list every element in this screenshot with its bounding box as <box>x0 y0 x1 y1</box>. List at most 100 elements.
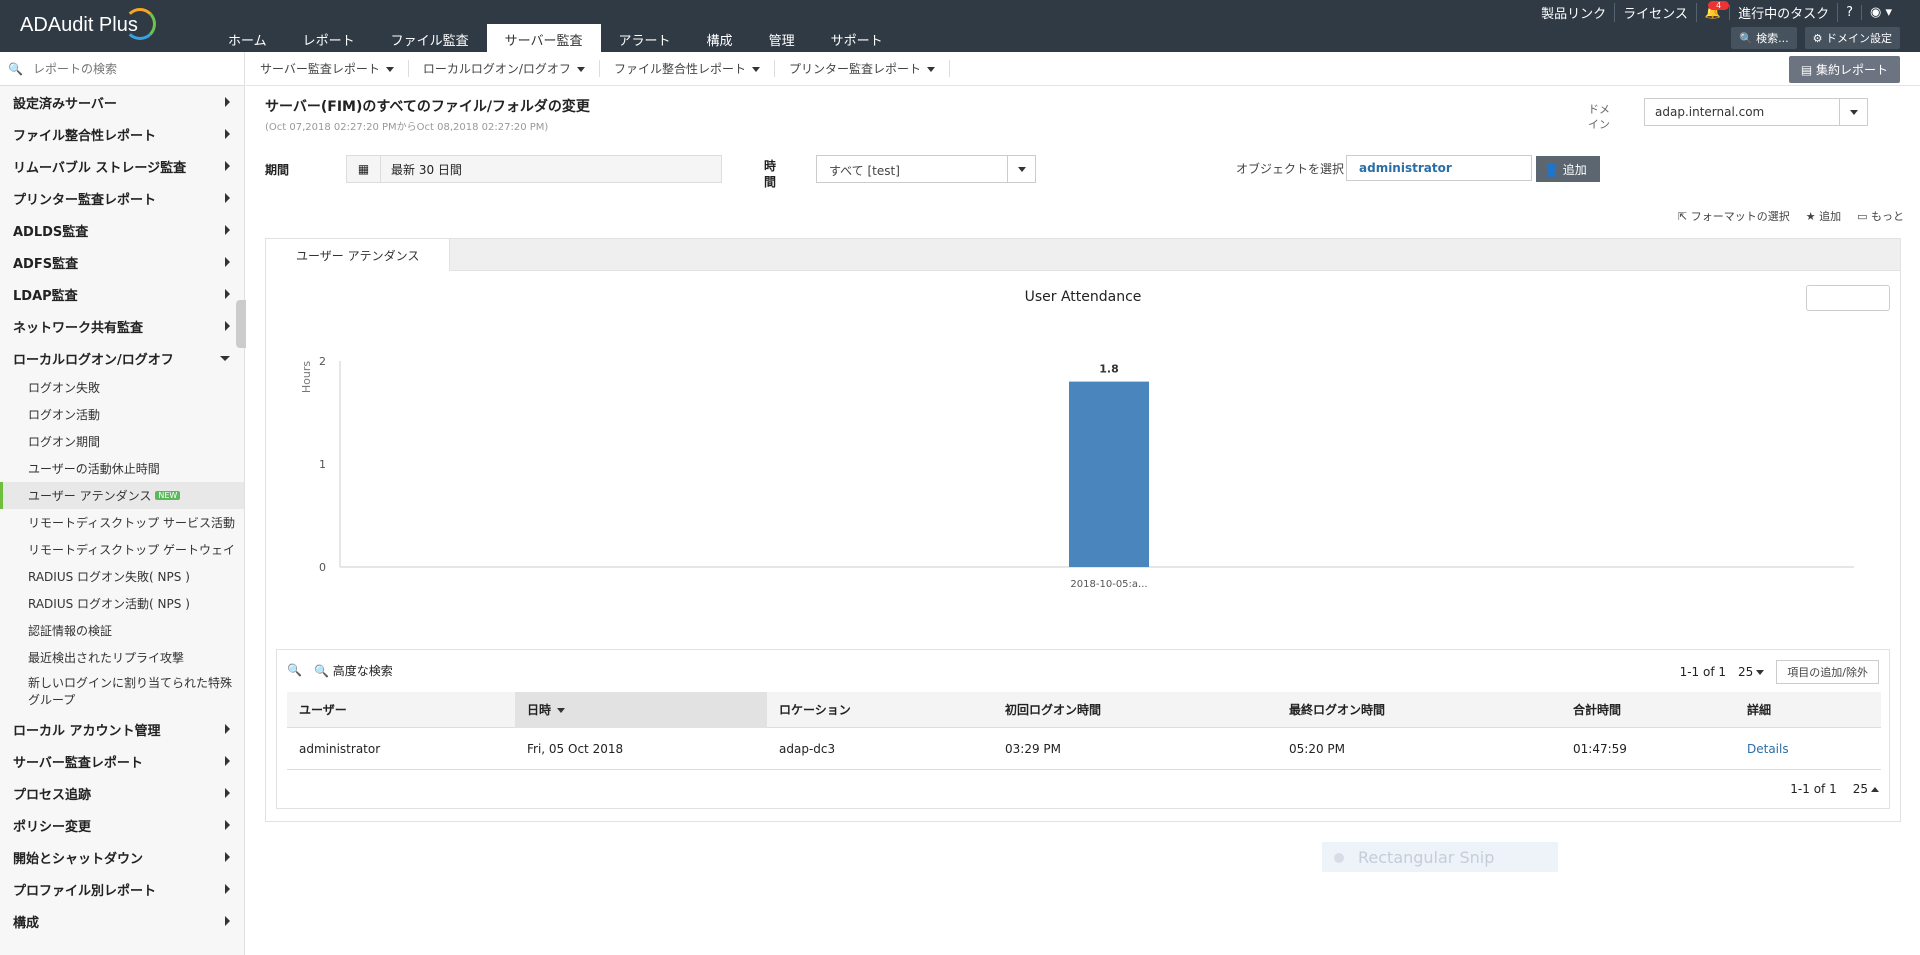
sidebar-item-label: ADLDS監査 <box>13 224 89 240</box>
tab-user-attendance[interactable]: ユーザー アテンダンス <box>266 239 451 271</box>
pager-text-bottom: 1-1 of 1 <box>1790 782 1837 796</box>
sidebar-sub-radius-activity[interactable]: RADIUS ログオン活動( NPS ) <box>0 590 244 617</box>
advanced-search-link[interactable]: 🔍 高度な検索 <box>314 662 393 679</box>
col-details[interactable]: 詳細 <box>1747 701 1771 718</box>
export-format-button[interactable]: ⇱ フォーマットの選択 <box>1678 208 1790 224</box>
tab-support[interactable]: サポート <box>813 24 901 52</box>
sidebar-item-process-tracking[interactable]: プロセス追跡 <box>0 777 244 809</box>
columns-button[interactable]: 項目の追加/除外 <box>1776 660 1879 684</box>
search-button[interactable]: 🔍 検索... <box>1730 27 1797 49</box>
sidebar-item-ldap[interactable]: LDAP監査 <box>0 278 244 310</box>
sidebar-item-label: LDAP監査 <box>13 288 78 304</box>
sidebar-sub-rd-gateway[interactable]: リモートディスクトップ ゲートウェイ <box>0 536 244 563</box>
sub-nav: サーバー監査レポート ローカルログオン/ログオフ ファイル整合性レポート プリン… <box>246 52 1920 86</box>
chevron-right-icon <box>225 225 230 235</box>
sidebar-item-configured-servers[interactable]: 設定済みサーバー <box>0 86 244 118</box>
domain-select[interactable]: adap.internal.com <box>1644 98 1868 126</box>
sidebar-item-label: プロファイル別レポート <box>13 883 157 899</box>
sidebar-sub-label: ユーザー アテンダンス <box>28 489 152 503</box>
sidebar-item-policy-change[interactable]: ポリシー変更 <box>0 809 244 841</box>
sidebar-item-removable-storage[interactable]: リムーバブル ストレージ監査 <box>0 150 244 182</box>
sidebar-collapse-handle[interactable] <box>236 300 246 348</box>
sidebar-item-printer-audit[interactable]: プリンター監査レポート <box>0 182 244 214</box>
tab-reports[interactable]: レポート <box>285 24 373 52</box>
col-user[interactable]: ユーザー <box>299 701 347 718</box>
notifications[interactable]: 🔔 4 <box>1697 1 1731 20</box>
sidebar-sub-replay-attack[interactable]: 最近検出されたリプライ攻撃 <box>0 644 244 671</box>
top-buttons: 🔍 検索... ⚙ ドメイン設定 <box>1730 27 1900 49</box>
subnav-file-integrity[interactable]: ファイル整合性レポート <box>600 60 775 77</box>
sidebar-sub-rds-activity[interactable]: リモートディスクトップ サービス活動 <box>0 509 244 536</box>
caret-down-icon <box>576 67 585 72</box>
sidebar-item-label: 設定済みサーバー <box>13 96 117 112</box>
tab-alerts[interactable]: アラート <box>601 24 689 52</box>
sidebar-item-local-account[interactable]: ローカル アカウント管理 <box>0 713 244 745</box>
summary-report-button[interactable]: ▤ 集約レポート <box>1788 56 1900 83</box>
sidebar-item-adlds[interactable]: ADLDS監査 <box>0 214 244 246</box>
caret-down-icon <box>926 67 935 72</box>
page-size-select[interactable]: 25 <box>1738 665 1765 679</box>
sidebar-item-local-logon[interactable]: ローカルログオン/ログオフ <box>0 342 244 374</box>
col-last-logon[interactable]: 最終ログオン時間 <box>1289 701 1385 718</box>
page-size-select-bottom[interactable]: 25 <box>1853 782 1879 796</box>
chevron-right-icon <box>225 97 230 107</box>
subnav-server-audit[interactable]: サーバー監査レポート <box>246 60 409 77</box>
license-link[interactable]: ライセンス <box>1615 3 1697 22</box>
sidebar-sub-logon-activity[interactable]: ログオン活動 <box>0 401 244 428</box>
report-search-input[interactable] <box>32 61 223 76</box>
main-nav: ホーム レポート ファイル監査 サーバー監査 アラート 構成 管理 サポート <box>210 24 901 52</box>
action-label: 追加 <box>1819 210 1842 223</box>
sidebar-item-network-share[interactable]: ネットワーク共有監査 <box>0 310 244 342</box>
tab-file-audit[interactable]: ファイル監査 <box>373 24 487 52</box>
advanced-search-label: 高度な検索 <box>332 663 393 678</box>
table-toolbar: 🔍 🔍 高度な検索 <box>277 650 1889 690</box>
chevron-right-icon <box>225 193 230 203</box>
col-datetime[interactable]: 日時 <box>527 701 566 718</box>
sidebar-sub-logon-duration[interactable]: ログオン期間 <box>0 428 244 455</box>
col-location[interactable]: ロケーション <box>779 701 851 718</box>
sidebar-item-profile-reports[interactable]: プロファイル別レポート <box>0 873 244 905</box>
bell-icon[interactable]: 🔔 4 <box>1705 1 1730 20</box>
app-logo[interactable]: ADAudit Plus <box>20 14 138 37</box>
snip-overlay: Rectangular Snip <box>1322 842 1558 872</box>
sidebar-item-configuration[interactable]: 構成 <box>0 905 244 937</box>
calendar-icon[interactable]: ▦ <box>347 156 381 182</box>
advanced-search-icon: 🔍 <box>313 663 333 678</box>
sidebar-sub-radius-failure[interactable]: RADIUS ログオン失敗( NPS ) <box>0 563 244 590</box>
sidebar-item-adfs[interactable]: ADFS監査 <box>0 246 244 278</box>
subnav-printer-audit[interactable]: プリンター監査レポート <box>775 60 950 77</box>
details-link[interactable]: Details <box>1747 742 1789 756</box>
search-icon[interactable]: 🔍 <box>287 663 302 677</box>
tab-server-audit[interactable]: サーバー監査 <box>486 24 601 52</box>
sidebar-item-file-integrity[interactable]: ファイル整合性レポート <box>0 118 244 150</box>
object-label: オブジェクトを選択 <box>1236 162 1345 176</box>
add-object-button[interactable]: 👤 追加 <box>1536 156 1600 182</box>
col-first-logon[interactable]: 初回ログオン時間 <box>1005 701 1101 718</box>
sidebar-sub-user-attendance[interactable]: ユーザー アテンダンス NEW <box>0 482 244 509</box>
object-input[interactable]: administrator <box>1346 155 1532 181</box>
tab-admin[interactable]: 管理 <box>751 24 813 52</box>
tab-home[interactable]: ホーム <box>210 24 285 52</box>
sidebar-sub-logon-failure[interactable]: ログオン失敗 <box>0 374 244 401</box>
time-select[interactable]: すべて [test] <box>816 155 1036 183</box>
add-user-icon: 👤 <box>1544 163 1563 177</box>
domain-settings-button[interactable]: ⚙ ドメイン設定 <box>1804 27 1900 49</box>
tasks-link[interactable]: 進行中のタスク <box>1730 3 1839 22</box>
products-link[interactable]: 製品リンク <box>1533 3 1616 22</box>
col-total-time[interactable]: 合計時間 <box>1573 701 1621 718</box>
sidebar-item-server-audit-reports[interactable]: サーバー監査レポート <box>0 745 244 777</box>
domain-value: adap.internal.com <box>1655 105 1765 119</box>
user-icon[interactable]: ◉ ▾ <box>1862 5 1900 20</box>
help-icon[interactable]: ? <box>1838 5 1862 20</box>
table-header: ユーザー 日時 ロケーション 初回ログオン時間 最終ログオン時間 合計時間 詳細 <box>287 692 1881 728</box>
sidebar-sub-special-groups[interactable]: 新しいログインに割り当てられた特殊グループ <box>0 671 244 713</box>
sidebar-sub-idle-time[interactable]: ユーザーの活動休止時間 <box>0 455 244 482</box>
subnav-local-logon[interactable]: ローカルログオン/ログオフ <box>409 60 600 77</box>
sidebar-item-startup-shutdown[interactable]: 開始とシャットダウン <box>0 841 244 873</box>
sidebar-sub-credential-validation[interactable]: 認証情報の検証 <box>0 617 244 644</box>
period-picker[interactable]: ▦ 最新 30 日間 <box>346 155 722 183</box>
more-button[interactable]: ▭ もっと <box>1857 208 1904 224</box>
search-button-label: 検索... <box>1756 32 1789 45</box>
tab-config[interactable]: 構成 <box>689 24 751 52</box>
favorite-button[interactable]: ★ 追加 <box>1806 208 1841 224</box>
